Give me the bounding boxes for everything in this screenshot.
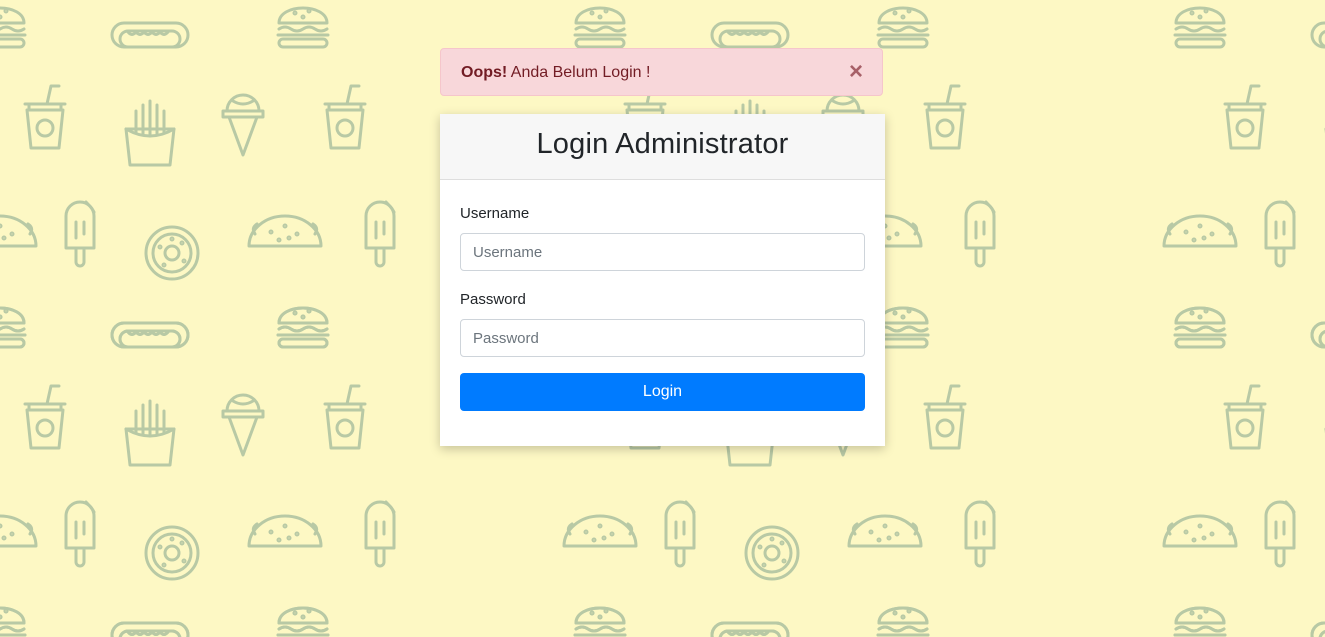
login-button[interactable]: Login <box>460 373 865 411</box>
burger-icon <box>876 306 930 349</box>
soda-cup-icon <box>323 84 367 150</box>
burger-icon <box>1173 6 1227 49</box>
close-icon[interactable]: × <box>844 59 868 85</box>
burger-icon <box>573 606 627 637</box>
alert-message-text: Anda Belum Login ! <box>507 64 651 81</box>
username-label: Username <box>460 205 530 222</box>
donut-icon <box>144 225 200 281</box>
popsicle-icon <box>664 500 696 568</box>
alert-strong-text: Oops! <box>461 64 508 81</box>
login-card: Login Administrator Username Password Lo… <box>440 114 885 446</box>
popsicle-icon <box>964 500 996 568</box>
taco-icon <box>247 514 323 548</box>
taco-icon <box>0 514 38 548</box>
hotdog-icon <box>710 21 790 49</box>
popsicle-icon <box>364 500 396 568</box>
fries-icon <box>124 99 176 167</box>
username-input[interactable] <box>460 233 865 271</box>
password-label: Password <box>460 291 526 308</box>
popsicle-icon <box>1264 200 1296 268</box>
popsicle-icon <box>364 200 396 268</box>
donut-icon <box>144 525 200 581</box>
taco-icon <box>847 514 923 548</box>
soda-cup-icon <box>23 84 67 150</box>
soda-cup-icon <box>923 384 967 450</box>
hotdog-icon <box>110 21 190 49</box>
popsicle-icon <box>64 500 96 568</box>
burger-icon <box>1173 606 1227 637</box>
soda-cup-icon <box>1223 384 1267 450</box>
burger-icon <box>573 6 627 49</box>
alert-message: Oops! Anda Belum Login ! <box>461 64 650 82</box>
taco-icon <box>247 214 323 248</box>
donut-icon <box>744 525 800 581</box>
card-header: Login Administrator <box>440 114 885 180</box>
burger-icon <box>876 606 930 637</box>
soda-cup-icon <box>1223 84 1267 150</box>
taco-icon <box>0 214 38 248</box>
page-title: Login Administrator <box>536 128 789 160</box>
hotdog-icon <box>710 621 790 637</box>
burger-icon <box>0 6 27 49</box>
burger-icon <box>876 6 930 49</box>
popsicle-icon <box>64 200 96 268</box>
popsicle-icon <box>1264 500 1296 568</box>
burger-icon <box>0 606 27 637</box>
hotdog-icon <box>1310 621 1325 637</box>
soda-cup-icon <box>23 384 67 450</box>
hotdog-icon <box>110 621 190 637</box>
burger-icon <box>276 6 330 49</box>
soda-cup-icon <box>923 84 967 150</box>
ice-cream-cone-icon <box>221 393 265 457</box>
hotdog-icon <box>1310 321 1325 349</box>
password-input[interactable] <box>460 319 865 357</box>
taco-icon <box>562 514 638 548</box>
hotdog-icon <box>1310 21 1325 49</box>
burger-icon <box>1173 306 1227 349</box>
burger-icon <box>0 306 27 349</box>
burger-icon <box>276 306 330 349</box>
soda-cup-icon <box>323 384 367 450</box>
ice-cream-cone-icon <box>221 93 265 157</box>
popsicle-icon <box>964 200 996 268</box>
taco-icon <box>1162 214 1238 248</box>
hotdog-icon <box>110 321 190 349</box>
burger-icon <box>276 606 330 637</box>
taco-icon <box>1162 514 1238 548</box>
login-error-alert: Oops! Anda Belum Login ! × <box>440 48 883 96</box>
fries-icon <box>124 399 176 467</box>
